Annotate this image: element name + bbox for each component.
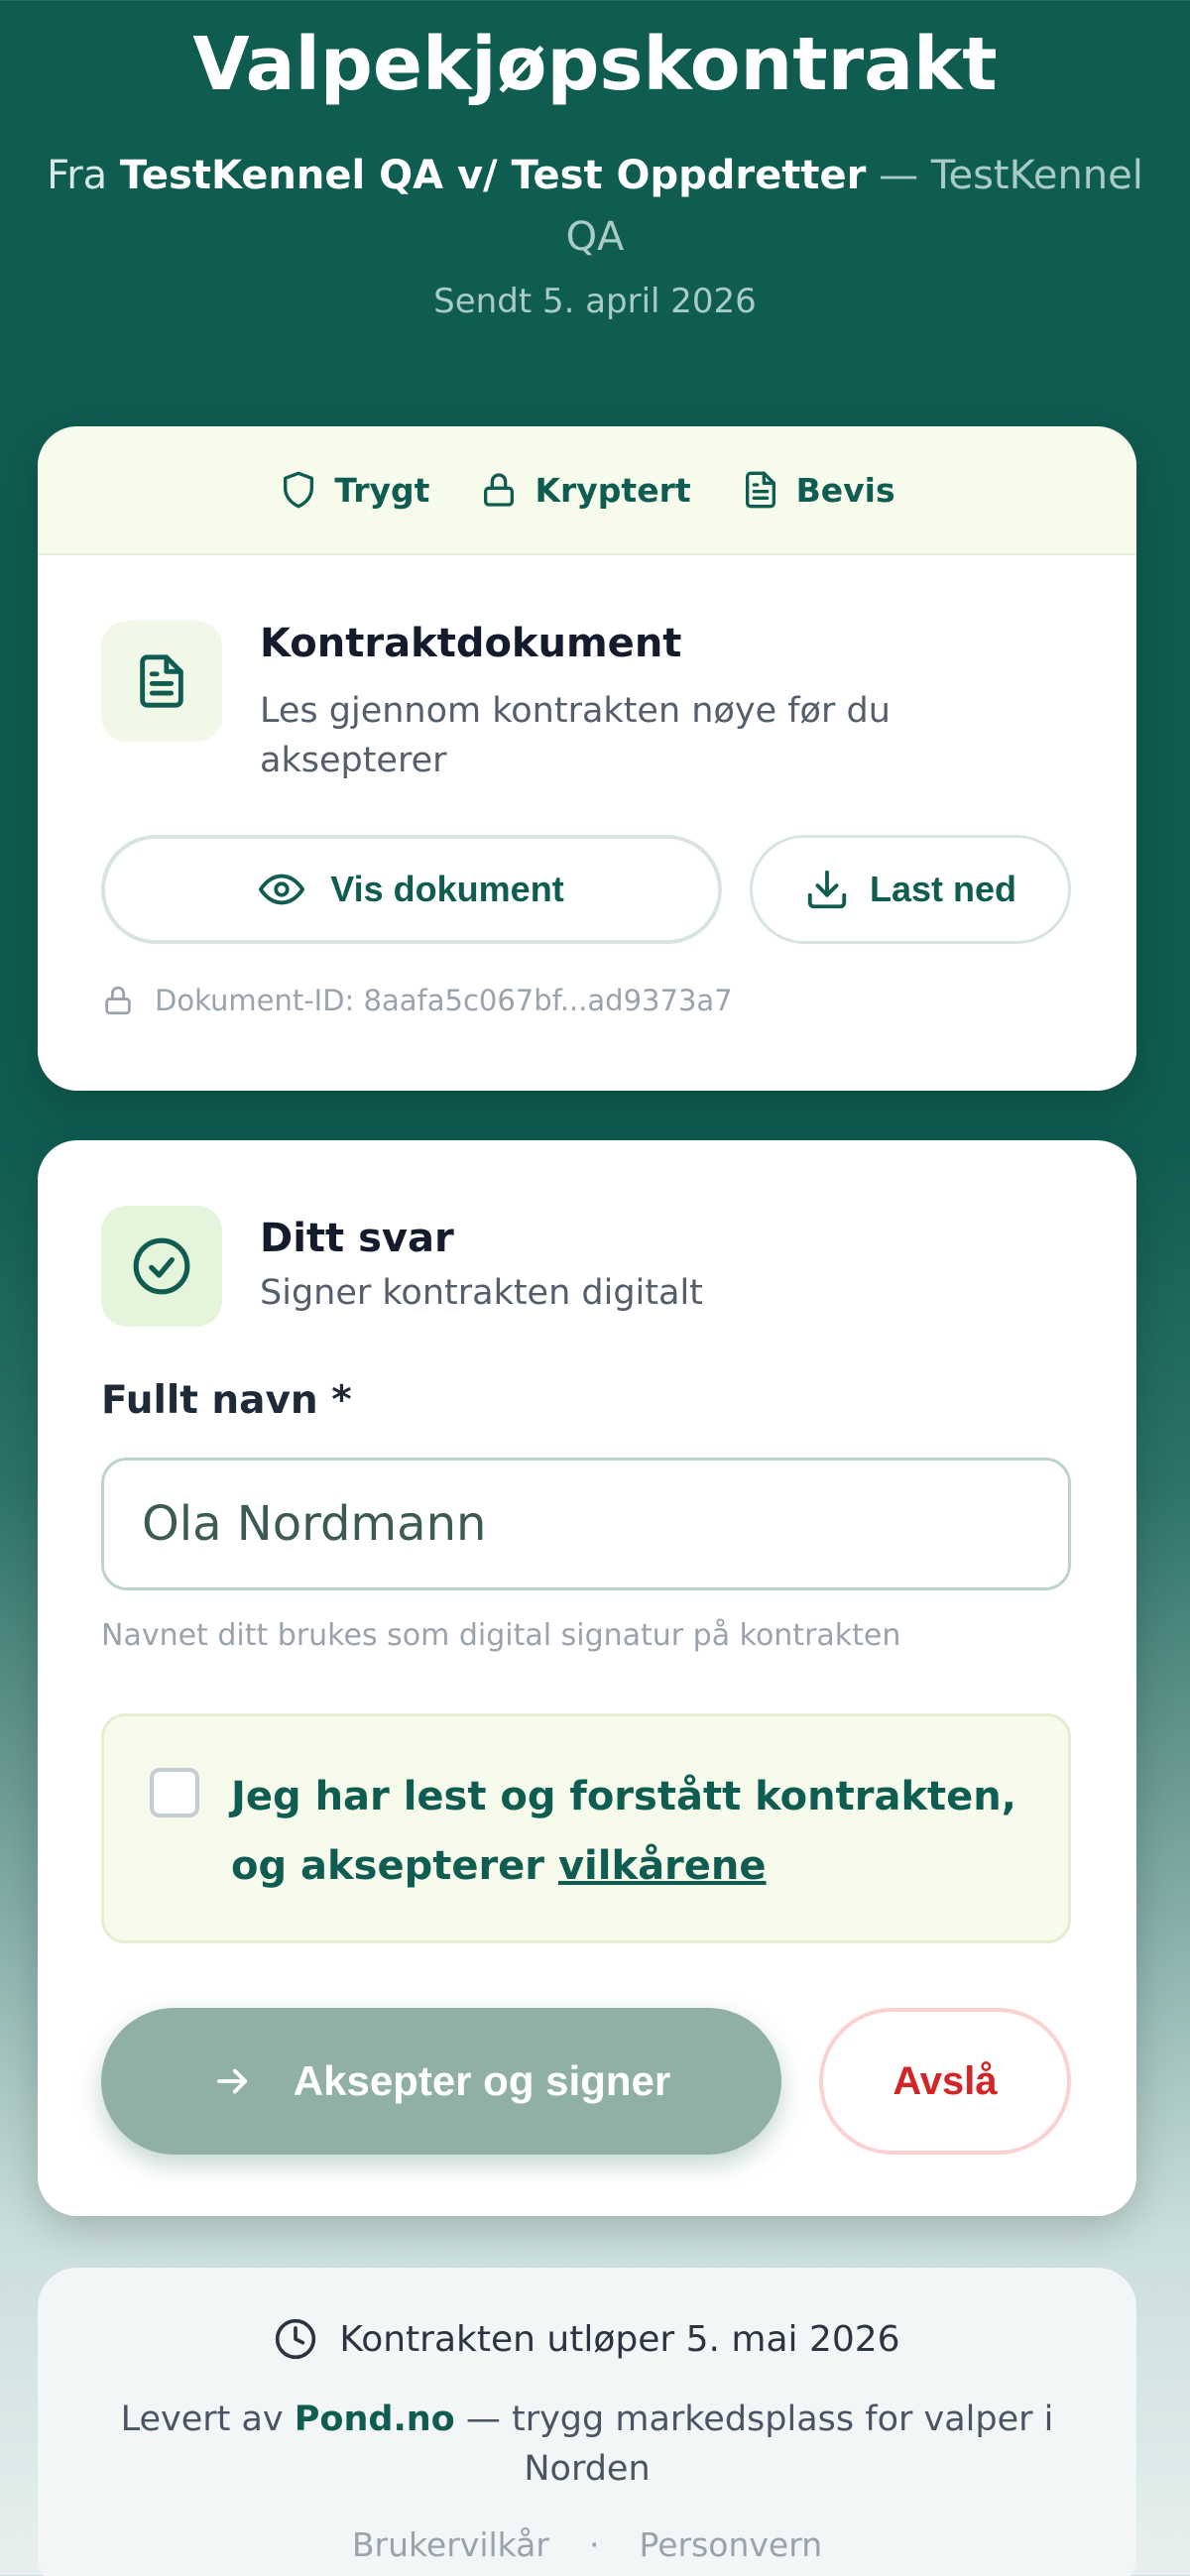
download-label: Last ned — [869, 869, 1017, 909]
trust-item-safe: Trygt — [279, 470, 429, 510]
download-button[interactable]: Last ned — [750, 835, 1071, 944]
trust-item-label: Bevis — [795, 470, 895, 510]
answer-subtitle: Signer kontrakten digitalt — [260, 1273, 703, 1313]
document-icon — [745, 471, 775, 509]
document-icon-box — [101, 621, 222, 742]
lock-icon — [105, 986, 131, 1015]
check-icon-box — [101, 1206, 222, 1327]
sender-name: TestKennel QA v/ Test Oppdretter — [119, 153, 867, 198]
sender-line: Fra TestKennel QA v/ Test Oppdretter — T… — [30, 145, 1160, 268]
trust-item-encrypted: Kryptert — [479, 470, 691, 510]
answer-title: Ditt svar — [260, 1216, 454, 1261]
clock-icon — [276, 2318, 316, 2360]
signing-card: Ditt svar Signer kontrakten digitalt Ful… — [38, 1140, 1136, 2216]
trust-item-label: Kryptert — [535, 470, 691, 510]
eye-icon — [259, 874, 305, 905]
accept-sign-label: Aksepter og signer — [293, 2057, 671, 2104]
arrow-right-icon — [216, 2068, 247, 2094]
decline-button[interactable]: Avslå — [819, 2008, 1071, 2155]
sent-date: Sendt 5. april 2026 — [433, 282, 757, 321]
view-document-button[interactable]: Vis dokument — [101, 835, 722, 944]
consent-box: Jeg har lest og forstått kontrakten, og … — [101, 1713, 1071, 1943]
footer-links: Brukervilkår · Personvern — [38, 2525, 1136, 2564]
check-circle-icon — [133, 1237, 190, 1295]
provider-prefix: Levert av — [120, 2400, 295, 2439]
terms-of-use-link[interactable]: Brukervilkår — [352, 2525, 549, 2564]
separator: — — [879, 153, 919, 198]
contract-document-card: Trygt Kryptert Bevis Kontraktdokument Le… — [38, 426, 1136, 1091]
document-title: Kontraktdokument — [260, 621, 682, 666]
document-id: Dokument-ID: 8aafa5c067bf...ad9373a7 — [101, 984, 733, 1017]
signature-hint: Navnet ditt brukes som digital signatur … — [101, 1618, 901, 1653]
privacy-link[interactable]: Personvern — [639, 2525, 822, 2564]
consent-checkbox[interactable] — [150, 1768, 199, 1817]
document-description: Les gjennom kontrakten nøye før du aksep… — [260, 691, 891, 780]
trust-item-label: Trygt — [334, 470, 430, 510]
full-name-label: Fullt navn * — [101, 1378, 352, 1423]
trust-bar: Trygt Kryptert Bevis — [38, 426, 1136, 555]
lock-icon — [484, 473, 515, 507]
full-name-input[interactable] — [101, 1458, 1071, 1590]
expiry-text: Kontrakten utløper 5. mai 2026 — [339, 2318, 900, 2360]
provider-line: Levert av Pond.no — trygg markedsplass f… — [77, 2395, 1097, 2494]
document-id-text: Dokument-ID: 8aafa5c067bf...ad9373a7 — [155, 984, 733, 1017]
footer-card: Kontrakten utløper 5. mai 2026 Levert av… — [38, 2268, 1136, 2576]
page-title: Valpekjøpskontrakt — [192, 22, 998, 107]
expiry-line: Kontrakten utløper 5. mai 2026 — [38, 2317, 1136, 2361]
document-icon — [140, 654, 183, 708]
from-prefix: Fra — [47, 153, 108, 198]
provider-brand[interactable]: Pond.no — [295, 2400, 455, 2439]
download-icon — [807, 870, 847, 909]
shield-icon — [284, 471, 314, 509]
view-document-label: Vis dokument — [330, 869, 564, 909]
terms-link[interactable]: vilkårene — [558, 1843, 767, 1889]
consent-text: Jeg har lest og forstått kontrakten, og … — [231, 1762, 1044, 1901]
footer-separator: · — [588, 2525, 600, 2564]
accept-sign-button[interactable]: Aksepter og signer — [101, 2008, 781, 2155]
trust-item-proof: Bevis — [741, 470, 895, 510]
provider-suffix: — trygg markedsplass for valper i Norden — [454, 2400, 1054, 2489]
